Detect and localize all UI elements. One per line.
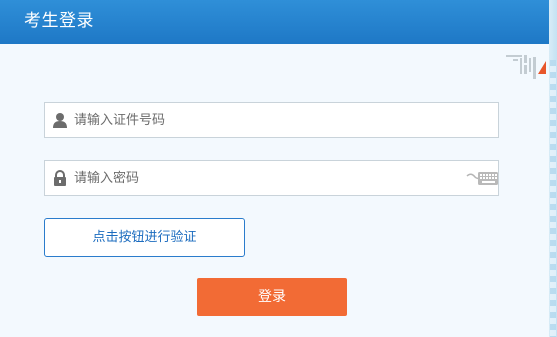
side-decoration-stripes [550, 60, 556, 337]
user-icon [52, 112, 68, 129]
page-title: 考生登录 [24, 11, 94, 31]
panel-header: 考生登录 [0, 0, 549, 44]
password-field [44, 160, 499, 196]
lock-icon [52, 170, 68, 187]
id-number-field [44, 102, 499, 138]
id-number-input[interactable] [74, 103, 464, 137]
verify-button[interactable]: 点击按钮进行验证 [44, 218, 245, 257]
keyboard-icon[interactable] [465, 170, 499, 186]
login-button[interactable]: 登录 [197, 278, 347, 316]
side-decoration [549, 0, 557, 337]
password-input[interactable] [74, 161, 464, 195]
qr-code-icon[interactable] [506, 52, 546, 88]
